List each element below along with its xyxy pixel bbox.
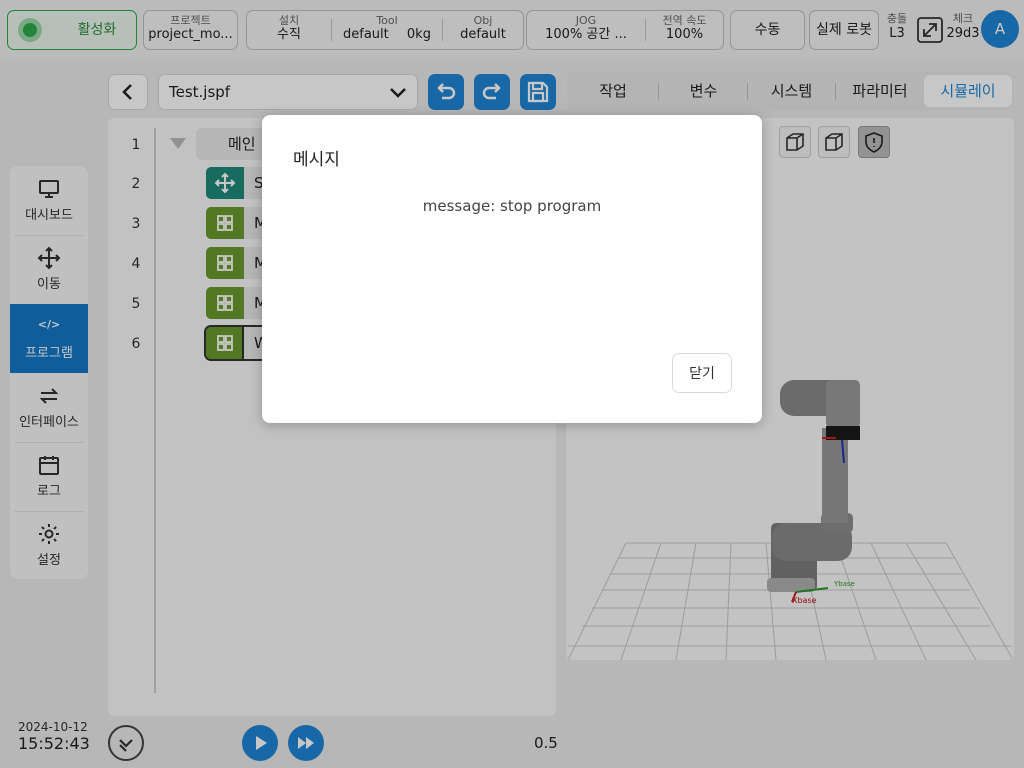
close-button[interactable]: 닫기 — [672, 353, 732, 393]
dialog-message: message: stop program — [422, 197, 602, 215]
message-dialog: 메시지 message: stop program 닫기 — [262, 115, 762, 423]
dialog-title: 메시지 — [293, 150, 340, 170]
